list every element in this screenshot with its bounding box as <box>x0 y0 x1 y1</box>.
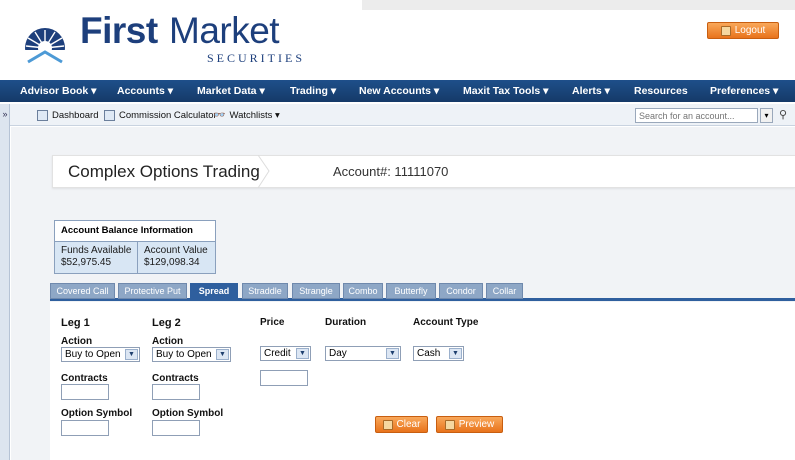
tab-straddle[interactable]: Straddle <box>242 283 288 299</box>
logout-icon <box>720 25 731 36</box>
account-type-value: Cash <box>417 348 441 359</box>
tab-spread[interactable]: Spread <box>190 283 238 301</box>
side-rail: » <box>0 104 10 460</box>
leg2-action-value: Buy to Open <box>156 349 212 360</box>
clear-label: Clear <box>396 419 421 430</box>
duration-select[interactable]: Day ▼ <box>325 346 401 361</box>
leg2-contracts-input[interactable] <box>152 384 200 400</box>
title-divider-chevron <box>258 155 270 188</box>
leg2-action-label: Action <box>152 336 184 347</box>
sunrise-logo-icon <box>20 28 70 66</box>
leg1-option-symbol-input[interactable] <box>61 420 109 436</box>
calculator-icon <box>104 109 115 121</box>
nav-advisor-book[interactable]: Advisor Book ▾ <box>20 80 96 102</box>
price-label: Price <box>260 317 285 328</box>
leg1-option-symbol-label: Option Symbol <box>61 408 133 419</box>
commission-calculator-label: Commission Calculator <box>119 109 217 121</box>
funds-available-label: Funds Available <box>61 245 132 256</box>
tab-condor[interactable]: Condor <box>439 283 483 299</box>
page-title: Complex Options Trading <box>68 162 260 181</box>
tab-strangle[interactable]: Strangle <box>292 283 340 299</box>
tab-combo[interactable]: Combo <box>343 283 383 299</box>
logo-text-market: Market <box>169 10 280 51</box>
account-type-label: Account Type <box>413 317 479 328</box>
funds-available-value: $52,975.45 <box>61 257 112 268</box>
chevron-down-icon: ▼ <box>216 349 229 360</box>
account-number: Account#: 11111070 <box>333 164 449 179</box>
chevron-down-icon: ▼ <box>386 348 399 359</box>
nav-resources[interactable]: Resources <box>634 80 688 102</box>
dashboard-label: Dashboard <box>52 109 99 121</box>
logout-label: Logout <box>734 25 766 36</box>
leg2-contracts-label: Contracts <box>152 373 199 384</box>
price-value: Credit <box>264 348 291 359</box>
logo-text-first: First <box>80 10 158 51</box>
logo-subtitle: SECURITIES <box>207 51 306 65</box>
dashboard-link[interactable]: Dashboard <box>37 108 98 122</box>
nav-alerts[interactable]: Alerts ▾ <box>572 80 610 102</box>
commission-calculator-link[interactable]: Commission Calculator <box>104 108 217 122</box>
duration-label: Duration <box>325 317 367 328</box>
leg1-contracts-input[interactable] <box>61 384 109 400</box>
binoculars-icon: 👓 <box>213 109 226 121</box>
leg1-action-select[interactable]: Buy to Open ▼ <box>61 347 140 362</box>
leg2-heading: Leg 2 <box>152 317 181 329</box>
dashboard-icon <box>37 109 48 121</box>
main-nav: Advisor Book ▾ Accounts ▾ Market Data ▾ … <box>0 80 795 102</box>
funds-available-cell: Funds Available $52,975.45 <box>55 241 138 273</box>
preview-button[interactable]: Preview <box>436 416 503 433</box>
tab-collar[interactable]: Collar <box>486 283 523 299</box>
tab-protective-put[interactable]: Protective Put <box>118 283 187 299</box>
tab-butterfly[interactable]: Butterfly <box>386 283 436 299</box>
top-strip <box>362 0 795 10</box>
price-select[interactable]: Credit ▼ <box>260 346 311 361</box>
account-value-cell: Account Value $129,098.34 <box>138 241 215 273</box>
duration-value: Day <box>329 348 347 359</box>
nav-preferences[interactable]: Preferences ▾ <box>710 80 778 102</box>
tab-covered-call[interactable]: Covered Call <box>50 283 115 299</box>
leg2-option-symbol-label: Option Symbol <box>152 408 224 419</box>
account-search-input[interactable] <box>635 108 758 123</box>
account-value-value: $129,098.34 <box>144 257 200 268</box>
clear-icon <box>382 419 393 430</box>
nav-maxit-tax-tools[interactable]: Maxit Tax Tools ▾ <box>463 80 548 102</box>
search-icon[interactable]: ⚲ <box>776 108 790 123</box>
leg2-option-symbol-input[interactable] <box>152 420 200 436</box>
preview-label: Preview <box>458 419 495 430</box>
logout-button[interactable]: Logout <box>707 22 779 39</box>
chevron-down-icon: ▼ <box>449 348 462 359</box>
header: First Market SECURITIES Logout <box>0 0 795 78</box>
preview-icon <box>444 419 455 430</box>
balance-heading: Account Balance Information <box>61 225 193 236</box>
expand-sidebar-icon[interactable]: » <box>0 104 10 124</box>
search-dropdown-icon[interactable]: ▾ <box>760 108 773 123</box>
leg1-action-value: Buy to Open <box>65 349 121 360</box>
leg2-action-select[interactable]: Buy to Open ▼ <box>152 347 231 362</box>
leg1-heading: Leg 1 <box>61 317 90 329</box>
price-input[interactable] <box>260 370 308 386</box>
nav-market-data[interactable]: Market Data ▾ <box>197 80 265 102</box>
watchlists-menu[interactable]: 👓 Watchlists ▾ <box>213 108 280 122</box>
account-type-select[interactable]: Cash ▼ <box>413 346 464 361</box>
account-balance-table: Account Balance Information Funds Availa… <box>54 220 216 274</box>
nav-new-accounts[interactable]: New Accounts ▾ <box>359 80 439 102</box>
chevron-down-icon: ▼ <box>125 349 138 360</box>
clear-button[interactable]: Clear <box>375 416 428 433</box>
watchlists-label: Watchlists ▾ <box>229 109 280 121</box>
leg1-action-label: Action <box>61 336 93 347</box>
account-value-label: Account Value <box>144 245 208 256</box>
nav-accounts[interactable]: Accounts ▾ <box>117 80 173 102</box>
chevron-down-icon: ▼ <box>296 348 309 359</box>
nav-trading[interactable]: Trading ▾ <box>290 80 336 102</box>
leg1-contracts-label: Contracts <box>61 373 108 384</box>
